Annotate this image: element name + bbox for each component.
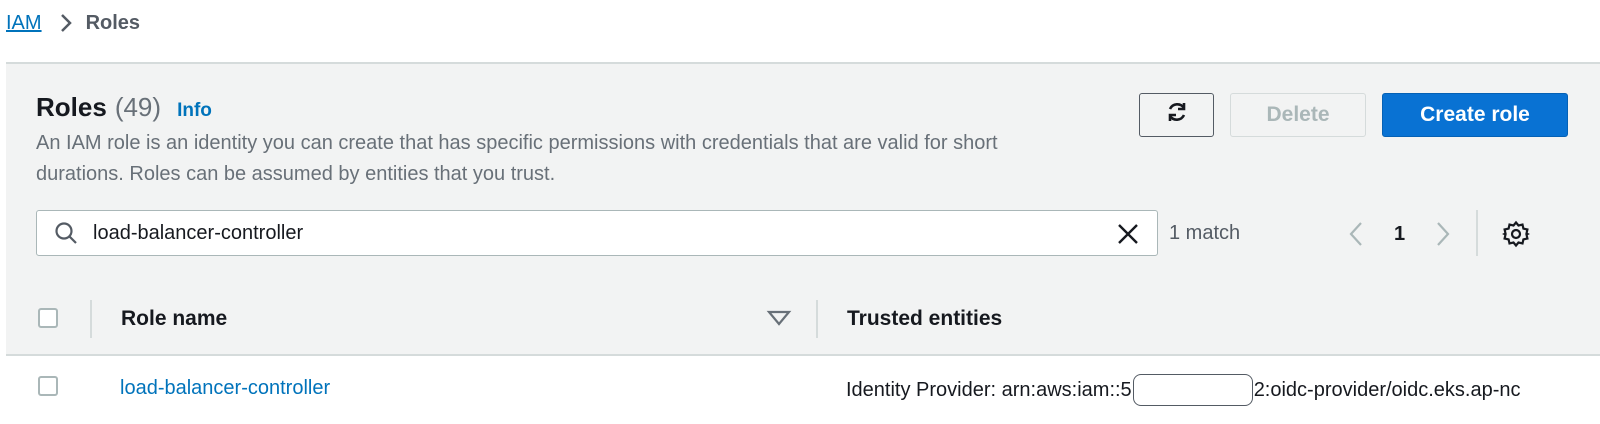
redaction-box xyxy=(1132,374,1253,406)
table-header: Role name Trusted entities xyxy=(6,282,1600,356)
column-header-role-name[interactable]: Role name xyxy=(121,307,227,331)
page-title: Roles xyxy=(36,92,107,122)
roles-header-panel: Roles (49) Info An IAM role is an identi… xyxy=(6,64,1600,284)
iam-roles-page: IAM Roles Roles (49) Info An IAM role is… xyxy=(0,0,1600,424)
trusted-entity-suffix: 2:oidc-provider/oidc.eks.ap-nc xyxy=(1253,378,1521,401)
header-actions: Delete Create role xyxy=(1139,93,1568,137)
refresh-icon xyxy=(1165,100,1189,130)
previous-page-icon[interactable] xyxy=(1344,219,1368,249)
breadcrumb-iam-link[interactable]: IAM xyxy=(6,12,42,35)
table-row: load-balancer-controller Identity Provid… xyxy=(6,356,1600,424)
info-link[interactable]: Info xyxy=(177,100,212,122)
search-input[interactable] xyxy=(91,220,1075,246)
breadcrumb: IAM Roles xyxy=(6,8,140,38)
search-field[interactable] xyxy=(36,210,1158,256)
column-divider xyxy=(816,300,818,338)
match-count: 1 match xyxy=(1169,222,1241,244)
divider xyxy=(1476,210,1478,256)
next-page-icon[interactable] xyxy=(1431,219,1455,249)
delete-button[interactable]: Delete xyxy=(1230,93,1366,137)
pagination: 1 xyxy=(1344,214,1455,254)
row-checkbox[interactable] xyxy=(38,376,58,396)
title-row: Roles (49) Info xyxy=(36,92,212,123)
create-role-button[interactable]: Create role xyxy=(1382,93,1568,137)
roles-count: (49) xyxy=(114,92,162,122)
gear-icon[interactable] xyxy=(1502,220,1530,248)
chevron-right-icon xyxy=(60,13,72,33)
sort-descending-icon[interactable] xyxy=(766,308,792,328)
breadcrumb-current: Roles xyxy=(85,11,141,34)
column-header-trusted-entities[interactable]: Trusted entities xyxy=(847,307,1002,331)
refresh-button[interactable] xyxy=(1139,93,1214,137)
page-description: An IAM role is an identity you can creat… xyxy=(36,132,998,185)
clear-search-icon[interactable] xyxy=(1115,221,1141,247)
select-all-checkbox[interactable] xyxy=(38,308,58,328)
role-name-link[interactable]: load-balancer-controller xyxy=(120,377,330,400)
current-page-number[interactable]: 1 xyxy=(1394,223,1405,246)
column-divider xyxy=(90,300,92,338)
trusted-entity-prefix: Identity Provider: arn:aws:iam::5 xyxy=(846,378,1132,401)
trusted-entities-cell: Identity Provider: arn:aws:iam::5 2:oidc… xyxy=(846,374,1520,406)
search-icon xyxy=(53,220,79,246)
